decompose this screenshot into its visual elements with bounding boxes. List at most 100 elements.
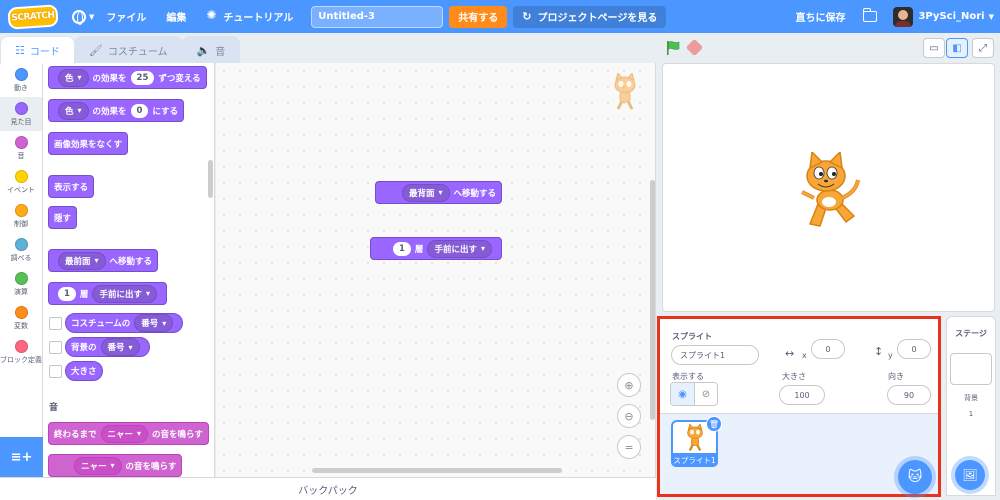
category-dot [14,204,28,217]
effect-dropdown[interactable]: 色 [58,101,89,120]
block-text: 層 [414,244,424,255]
block-clear-effects[interactable]: 画像効果をなくす [48,132,129,155]
direction-dropdown[interactable]: 手前に出す [92,284,157,303]
backpack-header[interactable]: バックパック [0,477,656,500]
workspace-block-go-to-back[interactable]: 最背面 へ移動する [375,181,503,204]
project-page-button[interactable]: ↻ プロジェクトページを見る [513,5,667,28]
block-play-sound-until-done[interactable]: 終わるまで ニャー の音を鳴らす [48,422,209,445]
reporter-size[interactable]: 大きさ [65,361,103,381]
block-change-effect[interactable]: 色 の効果を 25 ずつ変える [48,66,207,89]
category-looks[interactable]: 見た目 [0,97,42,131]
workspace-block-go-forward-layers[interactable]: 1 層 手前に出す [370,237,502,260]
category-label: 調べる [10,254,32,262]
project-title-input[interactable]: Untitled-3 [311,5,444,28]
small-stage-icon: ▭ [929,42,939,54]
block-text: 層 [79,289,89,300]
x-position-input[interactable]: 0 [811,339,845,359]
number-name-dropdown[interactable]: 番号 [100,338,140,356]
category-my-blocks[interactable]: ブロック定義 [0,335,42,369]
reporter-checkbox[interactable] [49,341,62,354]
stage-canvas[interactable] [662,63,995,312]
workspace-horizontal-scrollbar[interactable] [312,468,562,473]
sprite-name-input[interactable]: スプライト1 [671,345,759,365]
block-go-forward-layers[interactable]: 1 層 手前に出す [48,282,167,305]
zoom-out-button[interactable]: ⊖ [617,404,641,428]
category-motion[interactable]: 動き [0,63,42,97]
sprite-label: スプライト [672,332,712,341]
block-text: の効果を [92,73,127,84]
number-name-dropdown[interactable]: 番号 [134,314,174,332]
image-plus-icon: 🖼 [962,468,978,482]
category-operators[interactable]: 演算 [0,267,42,301]
tab-costumes[interactable]: 🖌 コスチューム [73,36,183,64]
block-set-effect[interactable]: 色 の効果を 0 にする [48,99,185,122]
number-input[interactable]: 1 [58,286,76,301]
add-sprite-button[interactable]: 🐱 [898,460,932,494]
edit-menu[interactable]: 編集 [166,0,186,33]
category-events[interactable]: イベント [0,165,42,199]
fullscreen-button[interactable]: ⤢ [972,38,994,58]
category-control[interactable]: 制御 [0,199,42,233]
layer-dropdown[interactable]: 最前面 [58,251,106,270]
sound-dropdown[interactable]: ニャー [74,456,122,475]
scratch-logo[interactable]: SCRATCH [7,3,59,30]
delete-sprite-trash-icon[interactable]: 🗑 [706,416,722,432]
tab-code[interactable]: ☷ コード [0,36,75,64]
reporter-costume-number[interactable]: コスチュームの 番号 [65,313,184,333]
block-text: へ移動する [453,188,497,199]
effect-dropdown[interactable]: 色 [58,68,89,87]
stop-sign-icon[interactable] [685,38,704,57]
green-flag-icon[interactable] [665,40,681,56]
sound-dropdown[interactable]: ニャー [100,424,149,443]
project-page-label: プロジェクトページを見る [537,13,658,24]
zoom-in-button[interactable]: ⊕ [617,373,641,397]
chevron-down-icon[interactable]: ▼ [989,13,994,21]
number-input[interactable]: 1 [393,241,411,256]
username[interactable]: 3PySci_Nori [918,11,984,22]
direction-input[interactable]: 90 [887,385,931,405]
direction-label: 向き [888,372,904,381]
small-stage-button[interactable]: ▭ [923,38,945,58]
normal-stage-button[interactable]: ◧ [946,38,968,58]
zoom-reset-button[interactable]: = [617,435,641,459]
code-workspace[interactable] [216,63,656,477]
user-avatar[interactable] [893,6,914,27]
language-menu[interactable]: ▼ [58,0,94,33]
block-go-to-front[interactable]: 最前面 へ移動する [48,249,159,272]
reporter-backdrop-number[interactable]: 背景の 番号 [65,337,150,357]
tutorials-label: チュートリアル [223,13,294,24]
add-backdrop-button[interactable]: 🖼 [955,460,985,490]
share-button[interactable]: 共有する [449,5,508,28]
y-position-input[interactable]: 0 [897,339,931,359]
block-start-sound[interactable]: ニャー の音を鳴らす [48,454,183,477]
category-sound[interactable]: 音 [0,131,42,165]
hide-eye-icon[interactable]: ⊘ [693,383,717,405]
category-variables[interactable]: 変数 [0,301,42,335]
backdrop-thumbnail[interactable] [950,353,992,385]
number-input[interactable]: 25 [130,70,155,85]
tab-sounds[interactable]: 🔈 音 [181,36,241,64]
reporter-checkbox[interactable] [49,317,62,330]
category-sensing[interactable]: 調べる [0,233,42,267]
file-menu[interactable]: ファイル [106,0,146,33]
category-dot [14,102,28,115]
add-extension-button[interactable]: ≡+ [0,437,43,477]
workspace-vertical-scrollbar[interactable] [650,180,655,420]
editor-tabs: ☷ コード 🖌 コスチューム 🔈 音 [0,36,241,64]
category-label: 見た目 [10,118,32,126]
category-dot [14,306,28,319]
cat-sprite[interactable] [796,152,866,230]
my-stuff-folder-icon[interactable] [863,8,878,22]
reporter-checkbox[interactable] [49,365,62,378]
palette-scrollbar[interactable] [208,160,213,198]
block-show[interactable]: 表示する [48,175,95,198]
save-now-button[interactable]: 直ちに保存 [795,9,845,24]
show-eye-icon[interactable]: ◉ [671,383,694,405]
category-dot [14,340,28,353]
layer-dropdown[interactable]: 最背面 [402,183,450,202]
direction-dropdown[interactable]: 手前に出す [427,239,492,258]
tutorials-menu[interactable]: チュートリアル [206,0,293,33]
size-input[interactable]: 100 [779,385,825,405]
number-input[interactable]: 0 [130,103,149,118]
block-hide[interactable]: 隠す [48,206,78,229]
